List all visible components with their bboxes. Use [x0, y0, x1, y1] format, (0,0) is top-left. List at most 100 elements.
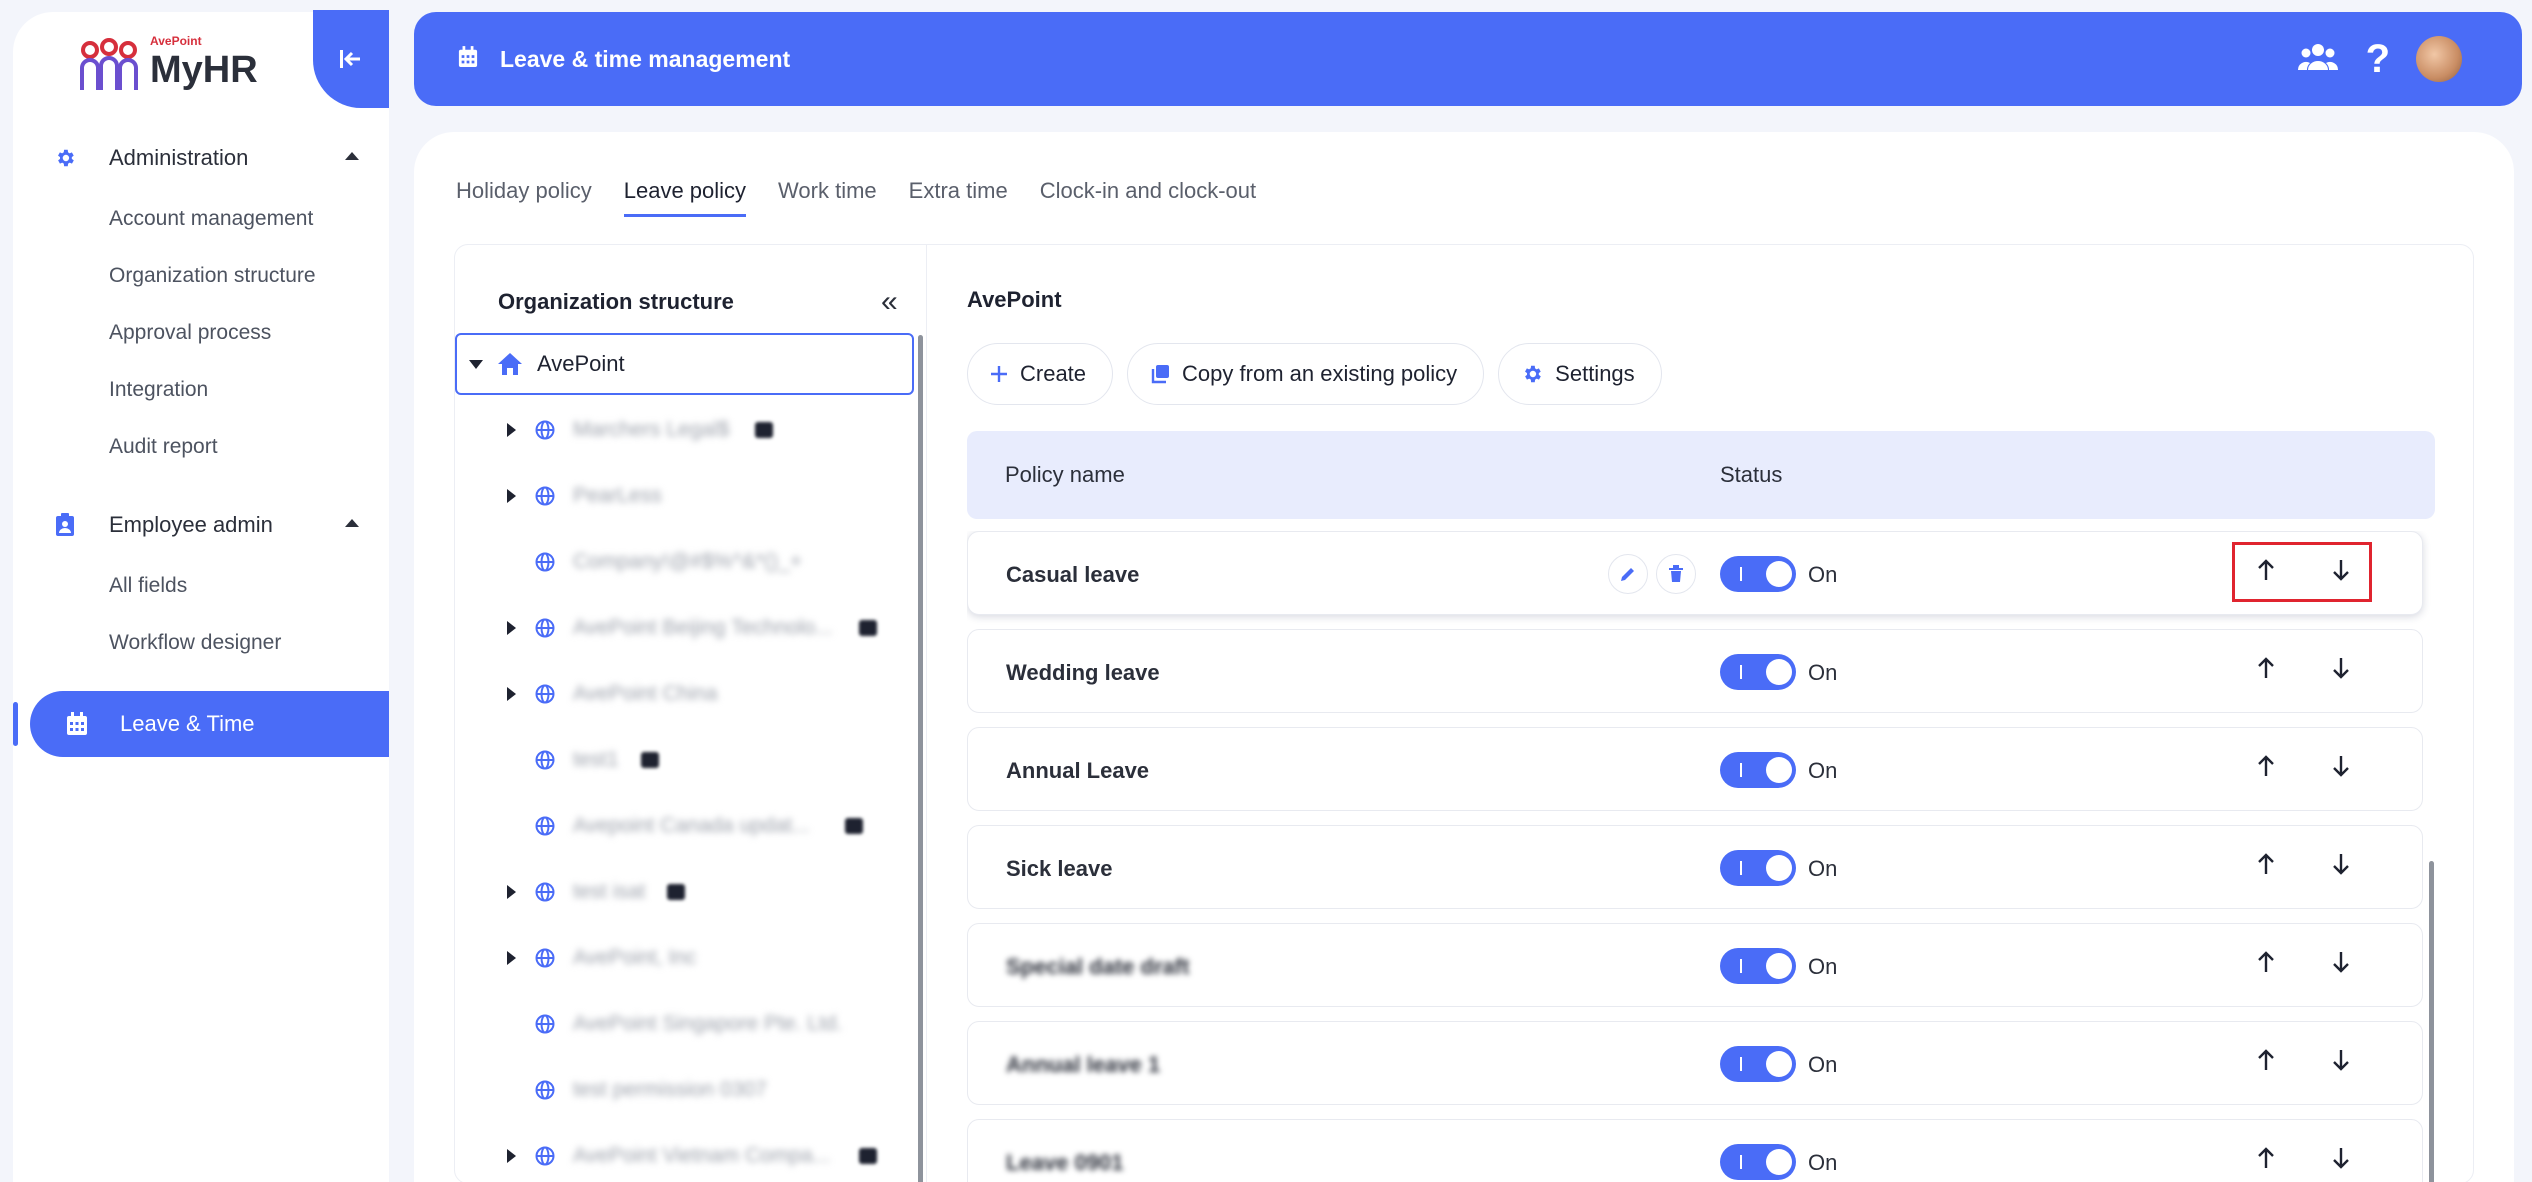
policy-row[interactable]: Annual Leave On [967, 727, 2423, 811]
policy-row[interactable]: Leave 0901 On [967, 1119, 2423, 1182]
arrow-down-icon[interactable] [2331, 950, 2351, 979]
arrow-down-icon[interactable] [2331, 754, 2351, 783]
tab-extra-time[interactable]: Extra time [909, 178, 1008, 217]
tree-node[interactable]: Company!@#$%^&*()_+ [455, 529, 910, 595]
status-label: On [1808, 562, 1838, 587]
policy-row[interactable]: Wedding leave On [967, 629, 2423, 713]
help-icon[interactable]: ? [2366, 39, 2390, 79]
logo-brand-name: MyHR [150, 49, 258, 91]
policy-row[interactable]: Sick leave On [967, 825, 2423, 909]
globe-icon [535, 1014, 555, 1034]
tree-node[interactable]: Avepoint Canada updat... [455, 793, 910, 859]
sidebar-item-leave-time[interactable]: Leave & Time [30, 691, 389, 757]
tree-node[interactable]: AvePoint China [455, 661, 910, 727]
sidebar-item-organization-structure[interactable]: Organization structure [13, 247, 389, 304]
arrow-up-icon[interactable] [2256, 754, 2276, 783]
tab-holiday-policy[interactable]: Holiday policy [456, 178, 592, 217]
status-toggle[interactable] [1720, 1144, 1796, 1180]
double-chevron-left-icon[interactable]: « [881, 285, 898, 319]
main-card: Holiday policy Leave policy Work time Ex… [414, 132, 2514, 1182]
tree-root-label: AvePoint [537, 351, 625, 376]
calendar-icon [66, 712, 90, 736]
settings-button[interactable]: Settings [1498, 343, 1662, 405]
status-toggle[interactable] [1720, 1046, 1796, 1082]
copy-policy-button[interactable]: Copy from an existing policy [1127, 343, 1485, 405]
create-button-label: Create [1020, 361, 1087, 386]
globe-icon [535, 882, 555, 902]
trash-icon[interactable] [1656, 554, 1696, 594]
collapse-left-icon [340, 50, 360, 68]
status-label: On [1808, 660, 1838, 685]
arrow-up-icon[interactable] [2256, 1048, 2276, 1077]
sidebar-item-approval-process[interactable]: Approval process [13, 304, 389, 361]
plus-icon [990, 365, 1008, 383]
arrow-up-icon[interactable] [2256, 1146, 2276, 1175]
app-logo: AvePoint MyHR [78, 34, 258, 96]
caret-right-icon [507, 423, 516, 437]
status-toggle[interactable] [1720, 752, 1796, 788]
arrow-up-icon[interactable] [2256, 656, 2276, 685]
tree-node[interactable]: AvePoint Singapore Pte. Ltd. [455, 991, 910, 1057]
tree-node-label: AvePoint China [573, 682, 718, 705]
policy-row[interactable]: Special date draft On [967, 923, 2423, 1007]
tree-node-label: PearLess [573, 484, 662, 507]
tree-node[interactable]: test1 [455, 727, 910, 793]
policy-panel: Organization structure « AvePoint Marche… [454, 244, 2474, 1182]
copy-icon [1150, 364, 1170, 384]
user-avatar[interactable] [2416, 36, 2462, 82]
arrow-up-icon[interactable] [2256, 852, 2276, 881]
sidebar-item-all-fields[interactable]: All fields [13, 557, 389, 614]
status-label: On [1808, 1150, 1838, 1175]
tree-node[interactable]: AvePoint, Inc [455, 925, 910, 991]
nav-header-administration[interactable]: Administration [13, 138, 389, 178]
arrow-down-icon[interactable] [2331, 1048, 2351, 1077]
policy-tabs: Holiday policy Leave policy Work time Ex… [456, 178, 1288, 217]
calendar-icon [458, 45, 478, 73]
create-button[interactable]: Create [967, 343, 1114, 405]
status-toggle[interactable] [1720, 654, 1796, 690]
team-icon[interactable] [2297, 42, 2338, 77]
sidebar-item-account-management[interactable]: Account management [13, 190, 389, 247]
lock-icon [667, 884, 685, 900]
globe-icon [535, 948, 555, 968]
tree-node[interactable]: test permission 0307 [455, 1057, 910, 1123]
arrow-down-icon[interactable] [2331, 1146, 2351, 1175]
clipboard-user-icon [53, 513, 77, 537]
column-header-status: Status [1720, 462, 1783, 487]
tree-node[interactable]: test isat [455, 859, 910, 925]
tab-clock-in-out[interactable]: Clock-in and clock-out [1040, 178, 1256, 217]
sidebar-item-integration[interactable]: Integration [13, 361, 389, 418]
edit-pencil-icon[interactable] [1608, 554, 1648, 594]
arrow-up-icon[interactable] [2256, 950, 2276, 979]
caret-right-icon [507, 1149, 516, 1163]
status-label: On [1808, 954, 1838, 979]
status-toggle[interactable] [1720, 556, 1796, 592]
caret-right-icon [507, 951, 516, 965]
sidebar-collapse-button[interactable] [313, 10, 389, 108]
tree-node[interactable]: AvePoint Vietnam Compa... [455, 1123, 910, 1182]
policy-row[interactable]: Casual leave On [967, 531, 2423, 615]
tree-scrollbar[interactable] [918, 335, 923, 1182]
policy-list-scrollbar[interactable] [2429, 861, 2434, 1182]
tree-node[interactable]: PearLess [455, 463, 910, 529]
tab-leave-policy[interactable]: Leave policy [623, 178, 747, 217]
policy-toolbar: Create Copy from an existing policy Sett… [967, 343, 1676, 405]
policy-rows: Casual leave On Wedding leave On Annual … [967, 531, 2435, 1182]
status-toggle[interactable] [1720, 850, 1796, 886]
policy-row[interactable]: Annual leave 1 On [967, 1021, 2423, 1105]
sidebar-item-workflow-designer[interactable]: Workflow designer [13, 614, 389, 671]
highlight-box [2232, 542, 2372, 602]
nav-header-employee-admin[interactable]: Employee admin [13, 505, 389, 545]
tree-node[interactable]: Marchers Legal$ [455, 397, 910, 463]
tree-root-node[interactable]: AvePoint [455, 333, 914, 395]
arrow-down-icon[interactable] [2331, 656, 2351, 685]
arrow-down-icon[interactable] [2331, 852, 2351, 881]
lock-icon [755, 422, 773, 438]
caret-right-icon [507, 621, 516, 635]
globe-icon [535, 552, 555, 572]
status-toggle[interactable] [1720, 948, 1796, 984]
sidebar-item-audit-report[interactable]: Audit report [13, 418, 389, 475]
tree-node[interactable]: AvePoint Beijing Technolo... [455, 595, 910, 661]
gear-icon [1521, 363, 1543, 385]
tab-work-time[interactable]: Work time [778, 178, 877, 217]
